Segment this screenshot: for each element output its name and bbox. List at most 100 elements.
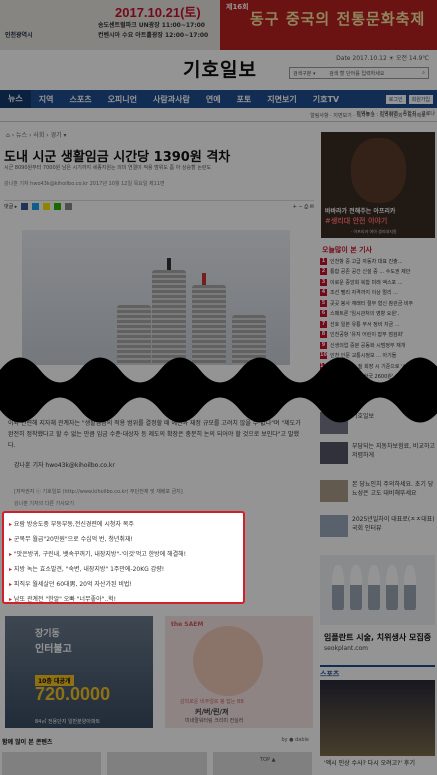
side-news-item[interactable]: 본 당뇨인치 주의하세요. 초기 당뇨성은 고도 대비해뚜세요 — [320, 480, 435, 502]
facebook-icon[interactable] — [21, 203, 29, 210]
banner-date: 2017.10.21(토) — [115, 5, 201, 20]
search-placeholder: 검색 할 단어를 입력하세요 — [329, 71, 385, 77]
content-thumb[interactable] — [212, 752, 312, 775]
sports-heading[interactable]: 스포츠 — [320, 665, 435, 679]
article-reporter[interactable]: 강나훈 기자 hwo43k@kihoilbo.co.kr — [14, 460, 115, 469]
nav-item-sports[interactable]: 스포츠 — [61, 94, 99, 105]
twitter-icon[interactable] — [32, 203, 40, 210]
join-button[interactable]: 회원가입 — [408, 94, 433, 104]
news-text: 본 당뇨인치 주의하세요. 초기 당뇨성은 고도 대비해뚜세요 — [352, 481, 434, 497]
implant-ad-image[interactable] — [320, 555, 435, 625]
list-item[interactable]: 2 통합 공존 공간 신설 중 ... 수도권 제안 — [320, 267, 435, 278]
other-articles-link[interactable]: 강나훈 기자의 다른 기사보기 — [14, 500, 74, 507]
nav-item-entertainment[interactable]: 연예 — [198, 94, 229, 105]
related-item[interactable]: 피직우 월세살던 60대男, 20억 자산가된 비법! — [9, 577, 238, 592]
africa-ad[interactable]: 바바라가 전해주는 아프리카 #생리대 안전 이야기 · 아프리카 여아 생리대… — [321, 132, 435, 238]
banner-headline: 동구 중국의 전통문화축제 — [250, 10, 426, 28]
home-icon[interactable]: ⌂ — [6, 132, 10, 139]
list-item[interactable]: 8 인천공항 '유지 어린이 잡무 점검회' — [320, 330, 435, 341]
model-photo — [193, 626, 263, 696]
page: 2017.10.21(토) 송도센트럴파크 UN광장 11:00~17:00 컨… — [0, 0, 437, 775]
related-item[interactable]: 남또 관계전 "한알" 오빠 "너무좋아"..헉! — [9, 592, 238, 607]
related-item[interactable]: 군복무 월급"20만원"으로 수십억 번, 청년취재! — [9, 532, 238, 547]
figure-icon — [167, 258, 171, 270]
list-item[interactable]: 7 선호 일본 유통 부서 정비 지금 ... — [320, 319, 435, 330]
site-header: Date 2017.10.12 ☀ 오전 14.9℃ 기호일보 검색구분 ▾ 검… — [0, 50, 437, 90]
figure-icon — [202, 273, 206, 285]
ad2-desc: 미네랄워터링 크리미 컨실러 — [185, 718, 244, 724]
list-item[interactable]: 5 곳곳 봉사 재래터 절부 협신 참관금 비주 — [320, 298, 435, 309]
tooth-icon — [404, 565, 416, 610]
top-button[interactable]: TOP ▲ — [260, 757, 275, 763]
tooth-icon — [332, 565, 344, 610]
font-size-icon[interactable]: + − ⎙ ✉ — [293, 204, 314, 210]
list-item[interactable]: 3 이로운 중앙회 복합 미래 엑스포 ... — [320, 277, 435, 288]
banner-ad-right[interactable]: 제16회 동구 중국의 전통문화축제 — [220, 0, 437, 50]
list-item[interactable]: 4 조선 팰리 자격까지 이상 멀리 ... — [320, 288, 435, 299]
band-icon[interactable] — [54, 203, 62, 210]
tooth-icon — [350, 565, 362, 610]
side-news-item[interactable]: 부담되는 지동차보험료, 비교하고 저렴하게 — [320, 442, 435, 464]
ad3-line-2: #생리대 안전 이야기 — [325, 217, 388, 225]
related-articles-box: 요람 방송도중 부동부동,전신경련에 시청자 목주 군복무 월급"20만원"으로… — [2, 511, 245, 604]
header-date-weather: Date 2017.10.12 ☀ 오전 14.9℃ — [336, 55, 429, 62]
top-banner-row: 2017.10.21(토) 송도센트럴파크 UN광장 11:00~17:00 컨… — [0, 0, 437, 50]
nav-item-photo[interactable]: 포토 — [229, 94, 260, 105]
apartment-ad[interactable]: 장기동 인터불고 10층 대공개 720.0000 84㎡ 전용단지 일반분양아… — [5, 616, 153, 728]
sports-photo[interactable] — [320, 680, 435, 756]
nav-account: 로그인 회원가입 — [385, 94, 437, 104]
tooth-icon — [386, 565, 398, 610]
nav-item-region[interactable]: 지역 — [31, 94, 62, 105]
content-thumb[interactable] — [107, 752, 207, 775]
banner-line-2: 컨벤시아 수요 아트홀광장 12:00~17:00 — [98, 32, 209, 39]
sidebar-links[interactable]: 지역뉴스 · 지역화면 · 종합지 · 코로나 — [318, 110, 435, 117]
list-item[interactable]: 6 스패트론 '임시관처의 영향 요원', — [320, 309, 435, 320]
ad1-subtitle: 인터불고 — [35, 644, 72, 655]
ad3-line-1: 바바라가 전해주는 아프리카 — [325, 208, 396, 215]
banner-ad-left[interactable]: 2017.10.21(토) 송도센트럴파크 UN광장 11:00~17:00 컨… — [0, 0, 220, 50]
article-title: 도내 시군 생활임금 시간당 1390원 격차 — [4, 150, 231, 165]
more-content-heading: 함께 많이 본 콘텐츠 — [2, 739, 53, 746]
ad2-brand: the SAEM — [171, 621, 204, 628]
nav-item-tv[interactable]: 기호TV — [305, 94, 347, 105]
nav-item-opinion[interactable]: 오피니언 — [100, 94, 145, 105]
related-item[interactable]: "맛은방귀, 구린내, 뱃속꾸꺼기, 내장지방"-'이것'먹고 한방에 해결해! — [9, 547, 238, 562]
banner-line-1: 송도센트럴파크 UN광장 11:00~17:00 — [98, 22, 205, 29]
breadcrumb-news[interactable]: 뉴스 — [16, 132, 27, 139]
ad1-footer: 84㎡ 전용단지 일반분양아파트 — [35, 719, 101, 725]
popular-heading: 오늘많이 본 기사 — [322, 246, 372, 254]
breadcrumb-society[interactable]: 사회 — [33, 132, 44, 139]
login-button[interactable]: 로그인 — [385, 94, 406, 104]
mail-icon[interactable] — [65, 203, 73, 210]
share-bar: 댓글 ▸ + − ⎙ ✉ — [4, 200, 314, 212]
news-text: 2025년일차이 대표로(ㅈㅈ대표)국회 인터뷰 — [352, 516, 435, 532]
related-item[interactable]: 요람 방송도중 부동부동,전신경련에 시청자 목주 — [9, 517, 238, 532]
copyright-notice: [저작권자 ⓒ 기호일보 (http://www.kihoilbo.co.kr)… — [14, 489, 183, 495]
implant-ad-url[interactable]: seokplant.com — [324, 645, 368, 652]
ad2-tagline: 감미로운 비주얼로 봉 잡는 BB — [180, 699, 244, 705]
more-content-thumbs — [2, 752, 312, 775]
dable-credit[interactable]: by ● dable — [281, 737, 309, 743]
nav-item-paper[interactable]: 지면보기 — [259, 94, 304, 105]
article-byline: 강나훈 기자 hwo43k@kihoilbo.co.kr 2017년 10월 1… — [4, 181, 165, 187]
list-item[interactable]: 1 인천항 중 고급 자동차 대표 진출... — [320, 256, 435, 267]
site-logo[interactable]: 기호일보 — [183, 55, 257, 82]
banner-logo: 인천광역시 — [5, 32, 33, 39]
nav-item-news[interactable]: 뉴스 — [0, 90, 31, 108]
news-thumb — [320, 442, 348, 464]
search-icon[interactable]: ⌕ — [422, 70, 425, 76]
search-scope-select[interactable]: 검색구분 ▾ — [293, 71, 316, 77]
comment-link[interactable]: 댓글 ▸ — [4, 203, 17, 210]
content-thumb[interactable] — [2, 752, 102, 775]
nav-item-people[interactable]: 사람과사람 — [145, 94, 198, 105]
kakao-icon[interactable] — [43, 203, 51, 210]
related-item[interactable]: 지방 녹는 효소발견, "숙변, 내장지방" 1주만에-20KG 감량! — [9, 562, 238, 577]
cosmetics-ad[interactable]: the SAEM 감미로운 비주얼로 봉 잡는 BB 커/버/린/져 미네랄워터… — [165, 616, 313, 728]
sports-caption[interactable]: '엑시 인상 수사? 다시 오려고?' 후기 — [324, 758, 415, 767]
breadcrumb-gyeonggi[interactable]: 경기 ▾ — [51, 132, 67, 139]
ad3-line-3: · 아프리카 여아 생리대지원 — [351, 229, 397, 234]
side-news-item[interactable]: 2025년일차이 대표로(ㅈㅈ대표)국회 인터뷰 — [320, 515, 435, 537]
implant-ad-title[interactable]: 임플란트 시술, 치위생사 모집중 — [324, 632, 431, 643]
search-input[interactable]: 검색구분 ▾ 검색 할 단어를 입력하세요 ⌕ — [289, 67, 429, 79]
ad2-product: 커/버/린/져 — [195, 708, 229, 716]
